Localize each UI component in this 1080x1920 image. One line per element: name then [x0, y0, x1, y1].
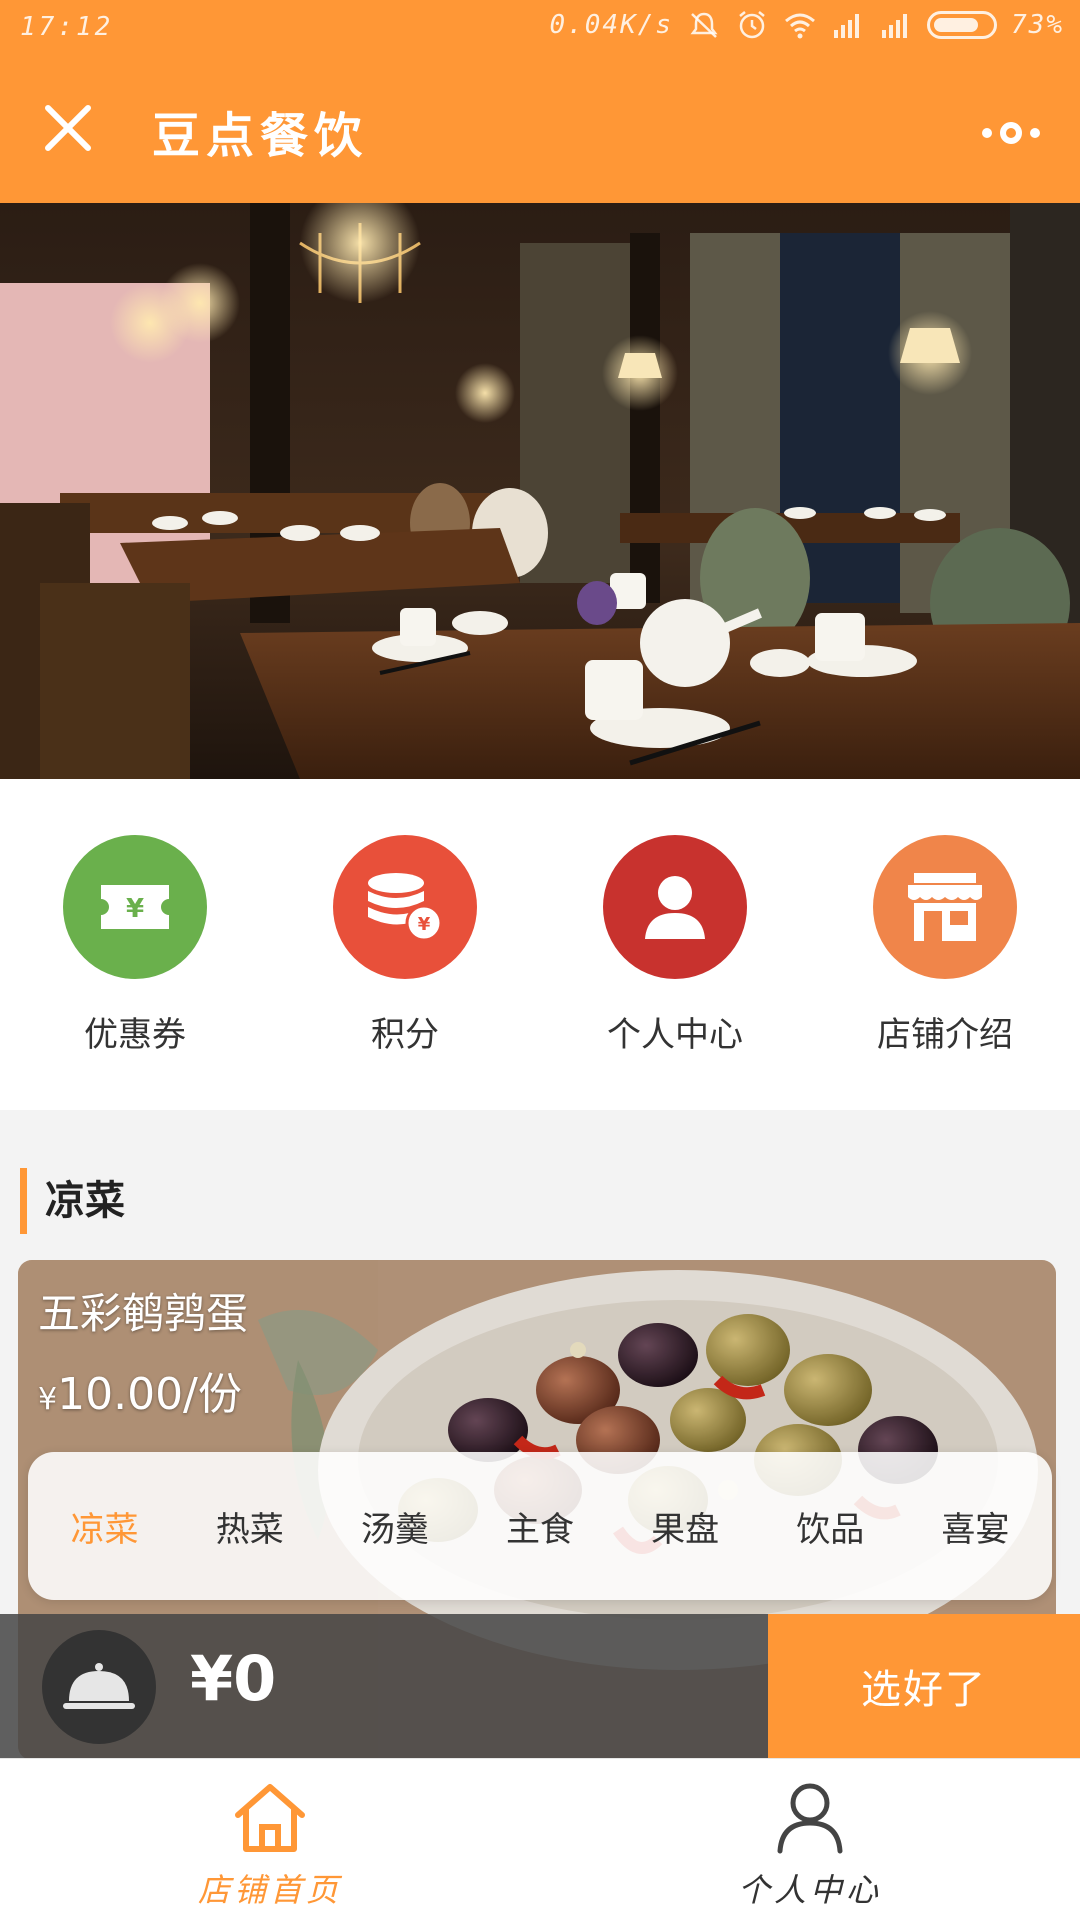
bottom-nav: 店铺首页 个人中心: [0, 1758, 1080, 1920]
quick-link-store-info[interactable]: 店铺介绍: [845, 835, 1045, 1056]
dot-icon: [1030, 128, 1040, 138]
page-title: 豆点餐饮: [152, 108, 369, 164]
header-bar: 17:12 0.04K/s 73% 豆点餐饮: [0, 0, 1080, 203]
svg-text:¥: ¥: [418, 914, 431, 935]
store-icon: [873, 835, 1017, 979]
battery-icon: [927, 11, 998, 39]
quick-link-label: 积分: [371, 1016, 439, 1054]
quick-link-points[interactable]: ¥ 积分: [305, 835, 505, 1056]
nav-item-label: 个人中心: [737, 1871, 882, 1909]
battery-percent: 73%: [1011, 10, 1064, 40]
app-screen: 17:12 0.04K/s 73% 豆点餐饮 ¥ 优惠券 ¥ 积分 个人中心 店…: [0, 0, 1080, 1920]
tab-banquet[interactable]: 喜宴: [935, 1492, 1015, 1561]
quick-link-label: 个人中心: [607, 1016, 743, 1054]
user-icon: [603, 835, 747, 979]
cart-bell-icon[interactable]: [42, 1630, 156, 1744]
price-value: 10.00/份: [57, 1369, 242, 1420]
nav-item-profile[interactable]: 个人中心: [660, 1779, 960, 1911]
close-icon[interactable]: [40, 100, 96, 156]
mute-icon: [690, 12, 718, 38]
home-icon: [235, 1784, 305, 1852]
more-options-button[interactable]: [940, 118, 1040, 148]
cart-bar: ¥0 选好了: [0, 1614, 1080, 1758]
points-coins-icon: ¥: [333, 835, 477, 979]
status-bar: 17:12 0.04K/s 73%: [0, 0, 1080, 56]
cart-summary[interactable]: ¥0: [0, 1614, 768, 1758]
tab-hot-dishes[interactable]: 热菜: [210, 1492, 290, 1561]
status-time: 17:12: [20, 12, 114, 42]
section-title: 凉菜: [20, 1168, 125, 1234]
dot-icon: [1000, 122, 1022, 144]
wifi-icon: [785, 13, 816, 39]
network-speed: 0.04K/s: [549, 10, 674, 40]
quick-link-label: 店铺介绍: [877, 1016, 1013, 1054]
currency-symbol: ¥: [38, 1382, 58, 1417]
nav-item-home[interactable]: 店铺首页: [120, 1779, 420, 1911]
category-tabs: 凉菜 热菜 汤羹 主食 果盘 饮品 喜宴: [28, 1452, 1052, 1600]
checkout-button[interactable]: 选好了: [768, 1614, 1080, 1758]
quick-link-profile[interactable]: 个人中心: [575, 835, 775, 1056]
cart-total: ¥0: [190, 1642, 277, 1715]
dish-price: ¥10.00/份: [38, 1358, 242, 1422]
nav-item-label: 店铺首页: [197, 1871, 342, 1909]
tab-fruit-platter[interactable]: 果盘: [645, 1492, 725, 1561]
alarm-icon: [739, 11, 765, 39]
quick-link-coupons[interactable]: ¥ 优惠券: [35, 835, 235, 1056]
user-outline-icon: [777, 1783, 843, 1854]
tab-drinks[interactable]: 饮品: [790, 1492, 870, 1561]
restaurant-banner-image[interactable]: [0, 203, 1080, 779]
tab-soups[interactable]: 汤羹: [355, 1492, 435, 1561]
svg-text:¥: ¥: [126, 894, 144, 924]
status-right: 0.04K/s 73%: [549, 10, 1064, 40]
signal-icon: [834, 14, 860, 38]
quick-links-panel: ¥ 优惠券 ¥ 积分 个人中心 店铺介绍: [0, 779, 1080, 1110]
dish-name: 五彩鹌鹑蛋: [38, 1289, 249, 1338]
quick-link-label: 优惠券: [84, 1016, 186, 1054]
coupon-icon: ¥: [63, 835, 207, 979]
dot-icon: [982, 128, 992, 138]
tab-cold-dishes[interactable]: 凉菜: [65, 1492, 145, 1561]
tab-staples[interactable]: 主食: [500, 1492, 580, 1561]
signal-icon-2: [882, 14, 908, 38]
